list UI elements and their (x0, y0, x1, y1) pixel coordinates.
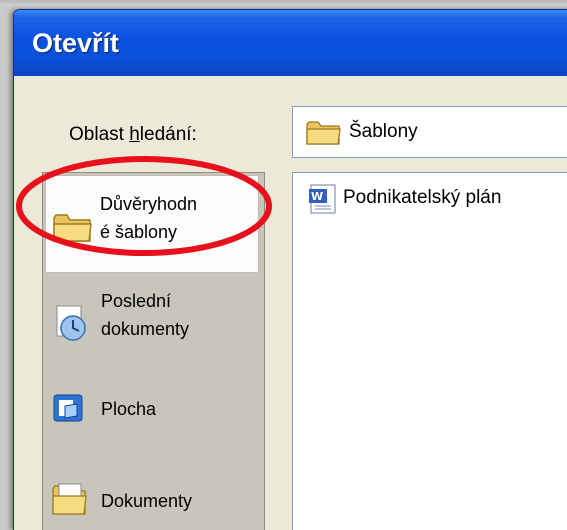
place-label: Plocha (101, 399, 157, 419)
look-in-combobox[interactable]: Šablony (292, 106, 567, 158)
my-documents-icon (51, 481, 89, 521)
file-list[interactable]: W Podnikatelský plán (292, 172, 567, 530)
dialog-title: Otevřít (32, 28, 120, 58)
folder-icon (52, 210, 94, 248)
place-desktop[interactable]: Plocha (47, 387, 259, 431)
place-trusted-templates[interactable]: Důvěryhodn é šablony (45, 175, 259, 273)
places-bar: Důvěryhodn é šablony Poslední dokumenty (42, 172, 265, 530)
open-dialog: Otevřít Oblast hledání: Šablony Důvěryho… (13, 9, 567, 530)
title-bar[interactable]: Otevřít (14, 10, 567, 76)
recent-documents-icon (51, 303, 91, 347)
word-template-icon: W (307, 183, 339, 219)
svg-text:W: W (311, 190, 323, 203)
place-label: Dokumenty (101, 491, 193, 511)
look-in-value: Šablony (349, 121, 418, 142)
place-my-documents[interactable]: Dokumenty (47, 477, 259, 521)
place-label: Poslední (101, 291, 172, 311)
place-recent-documents[interactable]: Poslední dokumenty (47, 281, 259, 345)
look-in-label: Oblast hledání: (69, 124, 197, 145)
place-label: é šablony (100, 222, 178, 242)
file-name: Podnikatelský plán (343, 187, 502, 208)
desktop-icon (51, 392, 87, 432)
place-label: Důvěryhodn (100, 194, 198, 214)
place-label: dokumenty (101, 319, 190, 339)
background-bar (0, 0, 567, 6)
file-item[interactable]: W Podnikatelský plán (293, 173, 567, 225)
folder-icon (305, 117, 343, 151)
